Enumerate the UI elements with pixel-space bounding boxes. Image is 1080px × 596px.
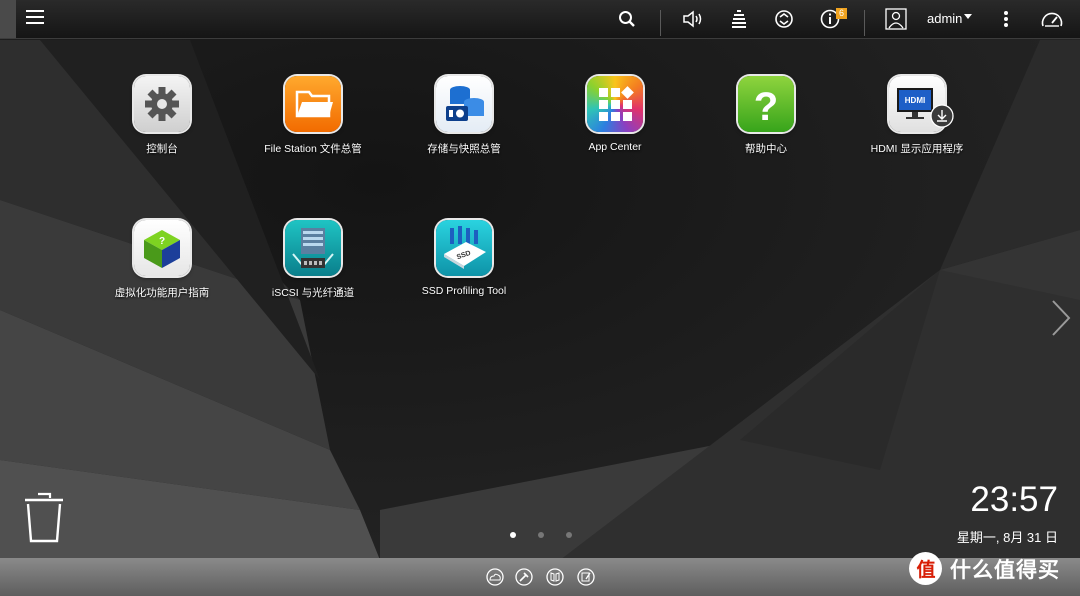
page-dot-3[interactable] <box>566 532 572 538</box>
app-storage-snapshots[interactable]: 存储与快照总管 <box>389 76 539 156</box>
dashboard-icon[interactable] <box>1040 7 1064 31</box>
app-label: 存储与快照总管 <box>427 143 501 155</box>
folder-icon <box>285 76 341 132</box>
ssd-icon: SSD <box>436 220 492 276</box>
download-icon <box>930 104 954 128</box>
clock-date: 星期一, 8月 31 日 <box>956 530 1058 545</box>
app-hdmi-display[interactable]: HDMI HDMI 显示应用程序 <box>842 76 992 156</box>
app-file-station[interactable]: File Station 文件总管 <box>238 76 388 156</box>
watermark-logo: 值 <box>909 552 942 585</box>
edit-note-icon[interactable] <box>577 568 595 586</box>
app-app-center[interactable]: App Center <box>540 76 690 153</box>
iscsi-server-icon <box>285 220 341 276</box>
app-label: HDMI 显示应用程序 <box>870 143 964 155</box>
virtualization-cube-icon: ? <box>134 220 190 276</box>
app-ssd-profiling-tool[interactable]: SSD SSD Profiling Tool <box>389 220 539 297</box>
app-iscsi-fibre-channel[interactable]: iSCSI 与光纤通道 <box>238 220 388 300</box>
app-label: 控制台 <box>146 143 178 155</box>
volume-icon[interactable] <box>682 7 706 31</box>
svg-text:?: ? <box>754 85 778 129</box>
tools-icon[interactable] <box>515 568 533 586</box>
sync-icon[interactable] <box>772 7 796 31</box>
menu-icon[interactable] <box>26 9 44 25</box>
app-label: File Station 文件总管 <box>264 143 362 155</box>
app-label: iSCSI 与光纤通道 <box>271 287 355 299</box>
trash-icon[interactable] <box>24 491 64 543</box>
clock-time: 23:57 <box>970 480 1058 519</box>
book-icon[interactable] <box>546 568 564 586</box>
page-dot-2[interactable] <box>538 532 544 538</box>
divider <box>864 10 865 36</box>
watermark-text: 什么值得买 <box>950 558 1060 582</box>
event-log-icon[interactable] <box>727 7 751 31</box>
cloud-home-icon[interactable] <box>486 568 504 586</box>
top-bar: 6 admin <box>0 0 1080 39</box>
svg-text:HDMI: HDMI <box>905 96 925 105</box>
divider <box>660 10 661 36</box>
app-label: 虚拟化功能用户指南 <box>114 287 210 299</box>
notification-badge: 6 <box>836 8 847 19</box>
watermark: 值 什么值得买 <box>909 552 1060 585</box>
chevron-down-icon[interactable] <box>964 14 972 19</box>
chevron-right-icon[interactable] <box>1050 298 1072 338</box>
menu-button[interactable] <box>0 0 16 38</box>
svg-text:?: ? <box>159 236 165 247</box>
app-help-center[interactable]: ? 帮助中心 <box>691 76 841 156</box>
app-virtualization-guide[interactable]: ? 虚拟化功能用户指南 <box>87 220 237 300</box>
watermark-glyph: 值 <box>916 558 935 581</box>
user-name[interactable]: admin <box>927 11 962 26</box>
more-vert-icon[interactable] <box>994 7 1018 31</box>
user-avatar-icon[interactable] <box>884 7 908 31</box>
app-label: 帮助中心 <box>745 143 787 155</box>
page-dot-1[interactable] <box>510 532 516 538</box>
gear-icon <box>134 76 190 132</box>
search-icon[interactable] <box>615 7 639 31</box>
storage-icon <box>436 76 492 132</box>
app-grid-icon <box>587 76 643 132</box>
app-control-panel[interactable]: 控制台 <box>87 76 237 156</box>
app-label: App Center <box>588 141 642 153</box>
help-icon: ? <box>738 76 794 132</box>
app-label: SSD Profiling Tool <box>421 285 507 297</box>
